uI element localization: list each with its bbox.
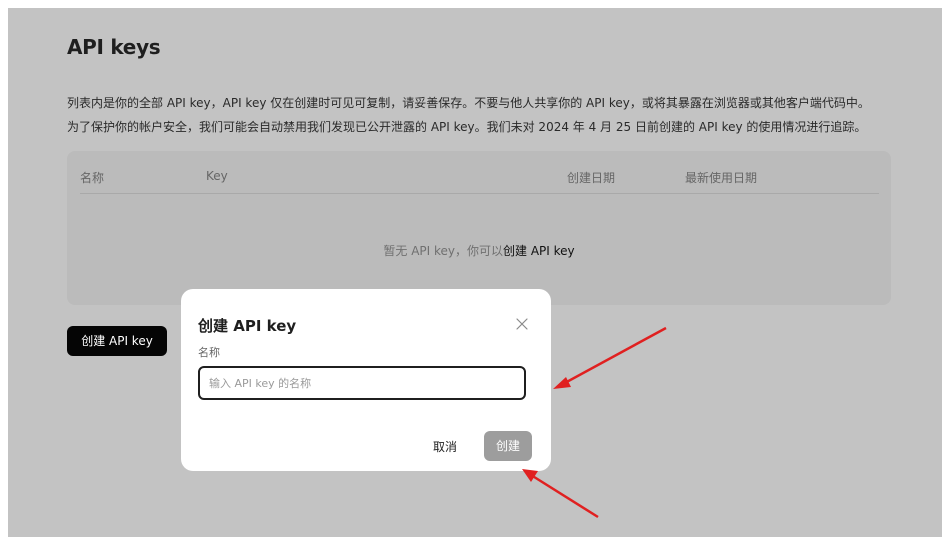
name-field-label: 名称	[198, 346, 220, 359]
page-description-line-2: 为了保护你的帐户安全，我们可能会自动禁用我们发现已公开泄露的 API key。我…	[67, 120, 867, 134]
create-submit-button[interactable]: 创建	[484, 431, 532, 461]
column-header-name: 名称	[80, 171, 105, 185]
empty-state-text: 暂无 API key，你可以	[383, 244, 503, 258]
create-api-key-button[interactable]: 创建 API key	[67, 326, 167, 356]
page-title: API keys	[67, 35, 161, 59]
column-header-last-used-date: 最新使用日期	[685, 171, 758, 185]
page-description-line-1: 列表内是你的全部 API key，API key 仅在创建时可见可复制，请妥善保…	[67, 96, 870, 110]
cancel-button[interactable]: 取消	[433, 438, 457, 455]
column-header-key: Key	[206, 169, 228, 183]
column-header-created-date: 创建日期	[567, 171, 616, 185]
api-keys-table: 名称 Key 创建日期 最新使用日期 暂无 API key，你可以创建 API …	[67, 151, 891, 305]
empty-state-create-link[interactable]: 创建 API key	[503, 244, 575, 258]
table-empty-state: 暂无 API key，你可以创建 API key	[67, 242, 891, 259]
close-icon[interactable]	[515, 317, 529, 331]
create-api-key-dialog: 创建 API key 名称 取消 创建	[181, 289, 551, 471]
dialog-title: 创建 API key	[198, 317, 297, 335]
api-key-name-input[interactable]	[198, 366, 526, 400]
table-header-divider	[80, 193, 879, 194]
